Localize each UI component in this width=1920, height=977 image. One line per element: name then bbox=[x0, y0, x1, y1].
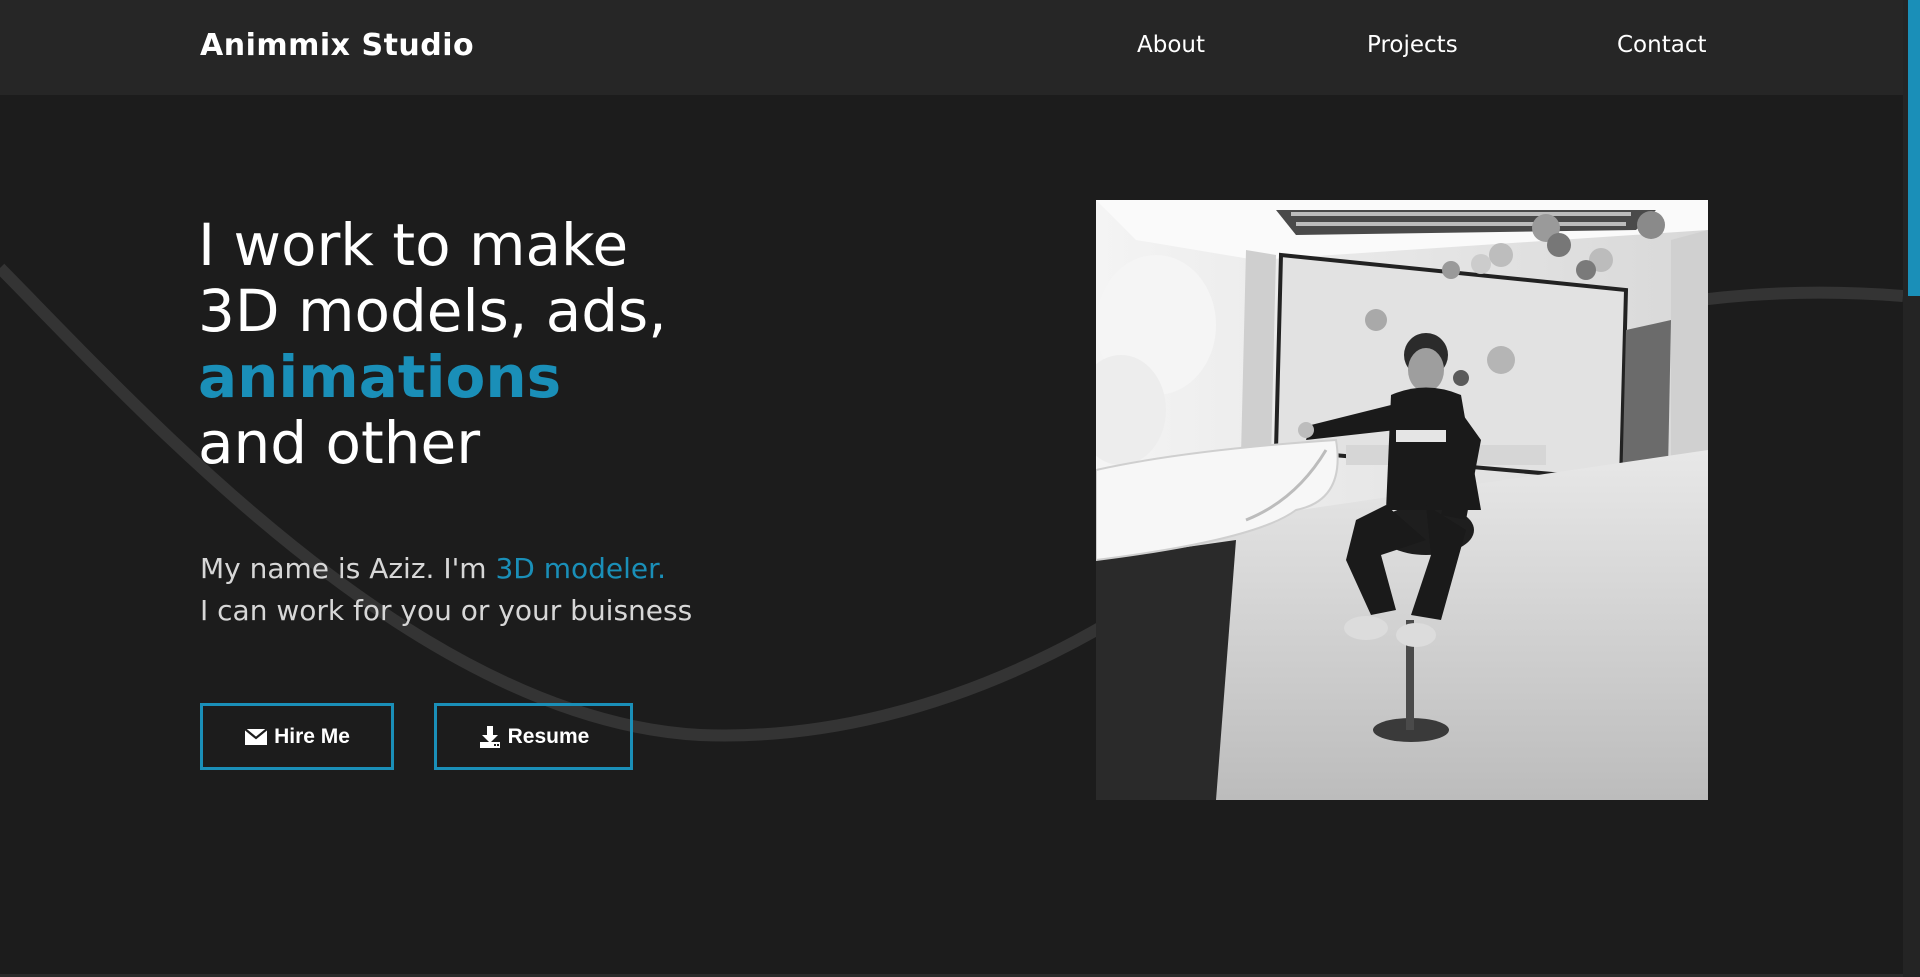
envelope-icon bbox=[244, 726, 268, 748]
intro-name: My name is Aziz. I'm bbox=[200, 552, 487, 585]
resume-button[interactable]: Resume bbox=[434, 703, 633, 770]
hero-heading-line-4: and other bbox=[198, 409, 481, 477]
hero-heading-accent: animations bbox=[198, 343, 562, 411]
nav-about-link[interactable]: About bbox=[1137, 32, 1205, 58]
nav-contact-link[interactable]: Contact bbox=[1617, 32, 1706, 58]
intro-line-1: My name is Aziz. I'm 3D modeler. bbox=[200, 548, 692, 590]
hero-heading-line-1: I work to make bbox=[198, 211, 629, 279]
resume-label: Resume bbox=[507, 724, 590, 748]
page: Animmix Studio About Projects Contact I … bbox=[0, 0, 1920, 977]
profile-photo bbox=[1096, 200, 1708, 800]
hire-me-button[interactable]: Hire Me bbox=[200, 703, 394, 770]
download-icon bbox=[478, 725, 502, 748]
navbar: Animmix Studio About Projects Contact bbox=[0, 0, 1903, 95]
hire-me-label: Hire Me bbox=[274, 724, 350, 748]
hero-heading-line-2: 3D models, ads, bbox=[198, 277, 667, 345]
intro-line-2: I can work for you or your buisness bbox=[200, 594, 693, 627]
nav-projects-link[interactable]: Projects bbox=[1367, 32, 1458, 58]
intro-text: My name is Aziz. I'm 3D modeler. I can w… bbox=[200, 548, 692, 632]
hero-heading: I work to make 3D models, ads, animation… bbox=[198, 212, 667, 476]
logo[interactable]: Animmix Studio bbox=[200, 28, 474, 63]
scrollbar-thumb[interactable] bbox=[1908, 0, 1920, 296]
intro-role: 3D modeler. bbox=[495, 552, 666, 585]
